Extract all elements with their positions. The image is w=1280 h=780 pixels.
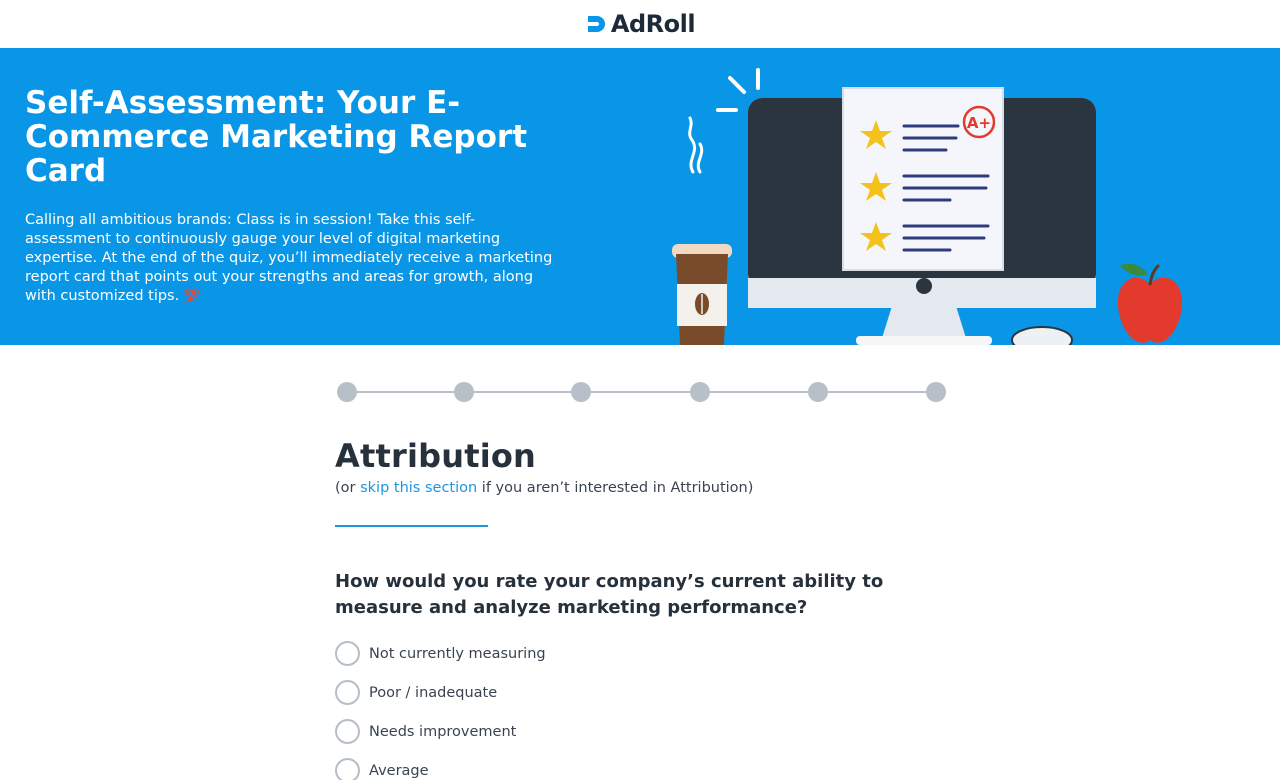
option-label: Average — [369, 762, 429, 779]
step-dot-6 — [926, 382, 946, 402]
adroll-logo[interactable]: AdRoll — [585, 10, 696, 38]
top-header: AdRoll — [0, 0, 1280, 48]
radio-button[interactable] — [335, 680, 360, 705]
stepper-connector — [591, 391, 690, 393]
hundred-points-emoji-icon: 💯 — [183, 289, 201, 304]
section-title: Attribution — [335, 437, 537, 475]
radio-button[interactable] — [335, 641, 360, 666]
report-card-illustration: A+ — [672, 68, 1183, 345]
stepper-connector — [710, 391, 808, 393]
radio-button[interactable] — [335, 758, 360, 780]
option-label: Poor / inadequate — [369, 684, 498, 701]
section-divider — [335, 525, 488, 527]
option-label: Not currently measuring — [369, 645, 546, 662]
mouse-icon — [1011, 326, 1073, 345]
grade-badge: A+ — [967, 114, 991, 132]
brand-name: AdRoll — [610, 10, 696, 38]
hero-banner: Self-Assessment: Your E-Commerce Marketi… — [0, 48, 1280, 345]
hero-description-text: Calling all ambitious brands: Class is i… — [25, 212, 553, 304]
skip-section-link[interactable]: skip this section — [360, 480, 477, 496]
option-average[interactable]: Average — [335, 751, 546, 780]
option-label: Needs improvement — [369, 723, 517, 740]
stepper-connector — [357, 391, 454, 393]
section-subtitle-prefix: (or — [335, 480, 361, 496]
section-subtitle-suffix: if you aren’t interested in Attribution) — [477, 480, 754, 496]
coffee-cup-icon — [672, 116, 732, 345]
option-needs-improvement[interactable]: Needs improvement — [335, 712, 546, 751]
hero-description: Calling all ambitious brands: Class is i… — [25, 211, 555, 306]
option-not-currently-measuring[interactable]: Not currently measuring — [335, 634, 546, 673]
apple-icon — [1117, 263, 1183, 343]
stepper-connector — [828, 391, 926, 393]
section-subtitle: (or skip this section if you aren’t inte… — [335, 480, 753, 496]
stepper-connector — [474, 391, 571, 393]
step-dot-1 — [337, 382, 357, 402]
step-dot-5 — [808, 382, 828, 402]
step-dot-4 — [690, 382, 710, 402]
step-dot-2 — [454, 382, 474, 402]
question-text: How would you rate your company’s curren… — [335, 571, 884, 618]
answer-options: Not currently measuring Poor / inadequat… — [335, 634, 546, 780]
adroll-logo-icon — [587, 16, 605, 32]
step-dot-3 — [571, 382, 591, 402]
page-title: Self-Assessment: Your E-Commerce Marketi… — [25, 85, 528, 189]
option-poor-inadequate[interactable]: Poor / inadequate — [335, 673, 546, 712]
radio-button[interactable] — [335, 719, 360, 744]
progress-stepper — [337, 381, 947, 403]
